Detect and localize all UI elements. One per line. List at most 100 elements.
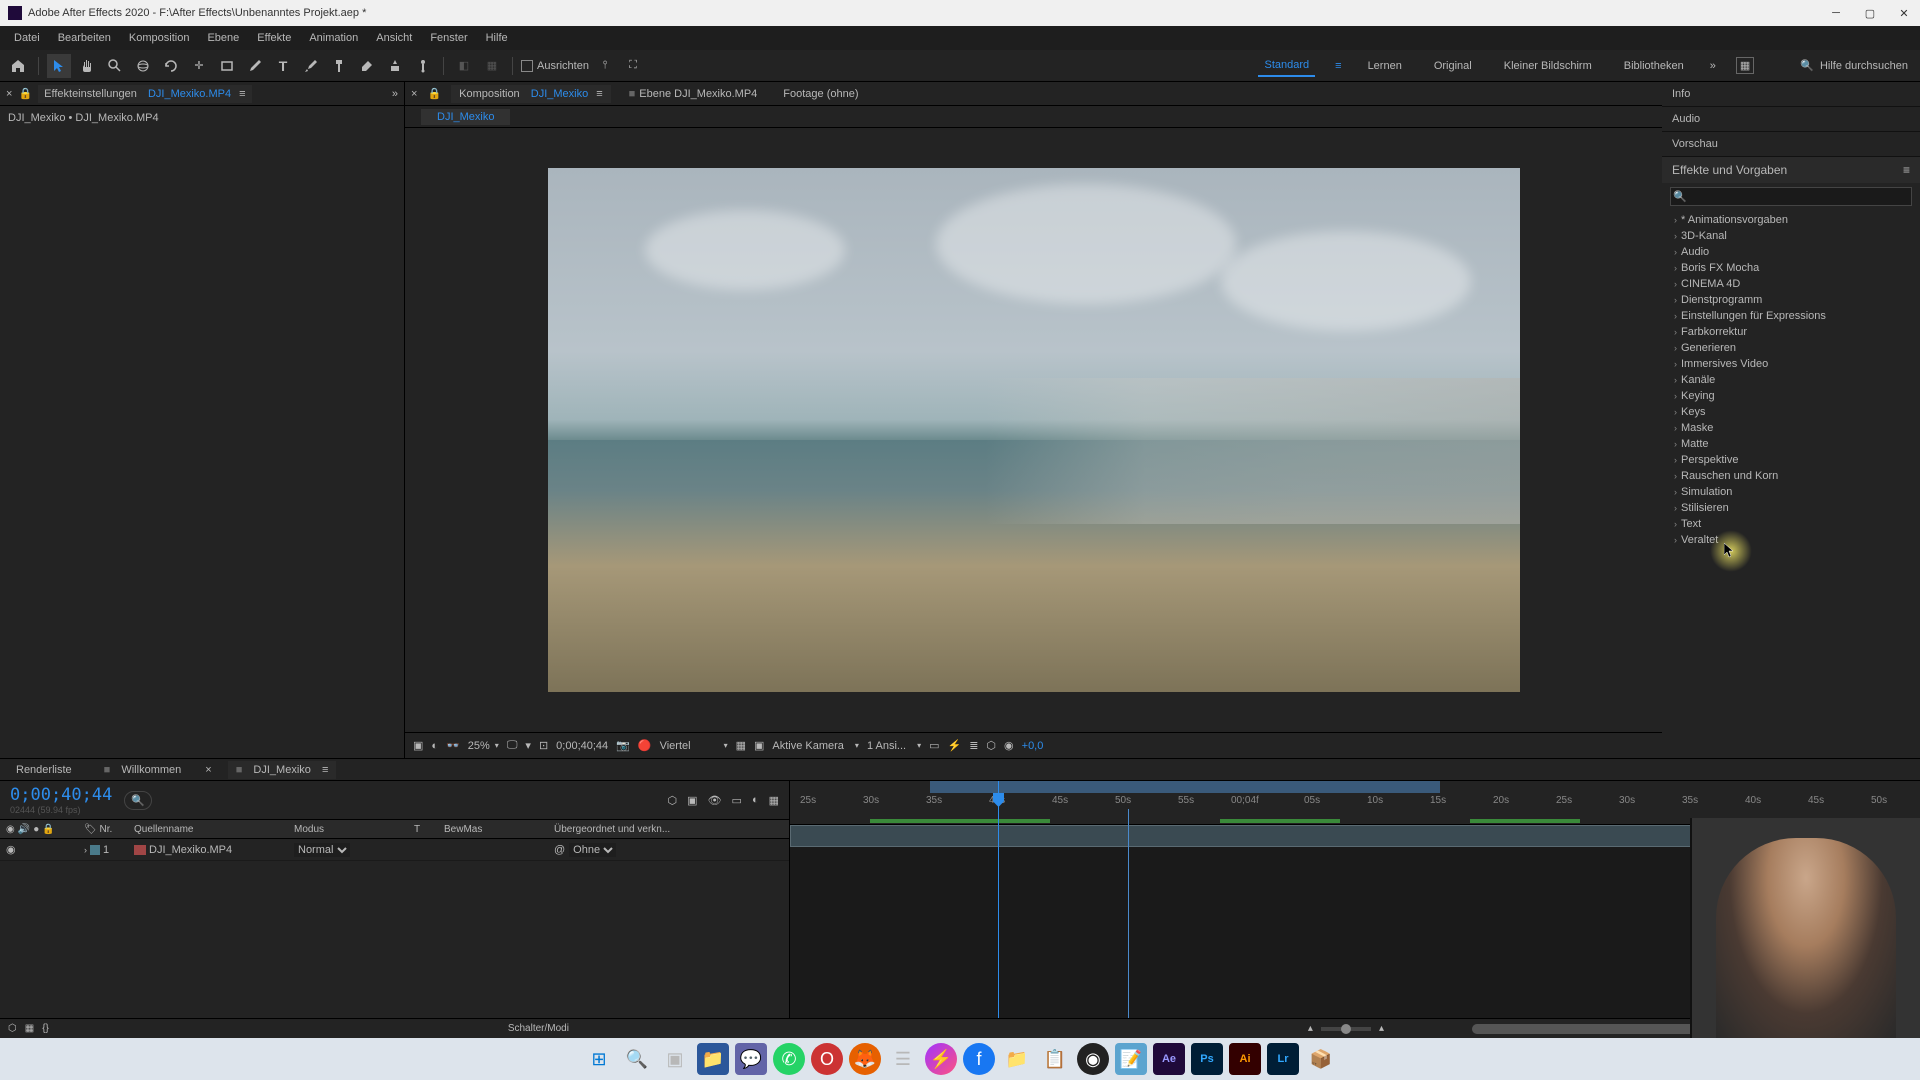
welcome-tab[interactable]: ■ Willkommen [96, 761, 190, 779]
effect-cat-keying[interactable]: ›Keying [1666, 388, 1916, 404]
playhead[interactable] [998, 781, 999, 1018]
layer-expand-icon[interactable]: › [84, 845, 87, 855]
solo-switch-icon[interactable]: ● [33, 824, 39, 835]
effect-cat-audio[interactable]: ›Audio [1666, 244, 1916, 260]
toggle-switches-icon[interactable]: ⬡ [8, 1023, 17, 1034]
shape-mode-icon[interactable]: ▦ [480, 54, 504, 78]
render-queue-tab[interactable]: Renderliste [8, 761, 80, 779]
label-header-icon[interactable]: 🏷 [84, 824, 97, 835]
expand-icon[interactable]: ⛶ [621, 54, 645, 78]
panel-menu-icon[interactable]: ≡ [1903, 163, 1910, 177]
taskbar-app9[interactable]: 📦 [1305, 1043, 1337, 1075]
menu-bearbeiten[interactable]: Bearbeiten [50, 29, 119, 47]
effect-cat-keys[interactable]: ›Keys [1666, 404, 1916, 420]
glasses-icon[interactable]: 👓 [446, 739, 460, 752]
lock-icon[interactable]: 🔒 [18, 87, 32, 100]
alpha-toggle-icon[interactable]: ◐ [431, 740, 438, 752]
taskbar-app8[interactable]: 📋 [1039, 1043, 1071, 1075]
effects-presets-header[interactable]: Effekte und Vorgaben ≡ [1662, 157, 1920, 183]
col-name[interactable]: Quellenname [128, 824, 288, 835]
tab-menu-icon[interactable]: ≡ [239, 88, 245, 100]
clone-tool[interactable] [327, 54, 351, 78]
workspace-menu-icon[interactable]: ≡ [1335, 60, 1341, 72]
mask-toggle-icon[interactable]: ▣ [413, 739, 423, 752]
taskbar-whatsapp[interactable]: ✆ [773, 1043, 805, 1075]
panel-overflow-icon[interactable]: » [392, 88, 398, 100]
layer-color-icon[interactable] [90, 845, 100, 855]
comp-tab-close-icon[interactable]: × [411, 88, 417, 100]
graph-editor-icon[interactable]: ▦ [769, 794, 779, 807]
rect-tool[interactable] [215, 54, 239, 78]
comp-timeline-tab[interactable]: ■ DJI_Mexiko ≡ [228, 761, 337, 779]
timeline-search[interactable]: 🔍 [124, 791, 152, 810]
preview-panel-header[interactable]: Vorschau [1662, 132, 1920, 157]
effect-cat-rauschen[interactable]: ›Rauschen und Korn [1666, 468, 1916, 484]
composition-tab[interactable]: Komposition DJI_Mexiko ≡ [451, 85, 611, 103]
taskbar-windows[interactable]: ⊞ [583, 1043, 615, 1075]
taskbar-opera[interactable]: O [811, 1043, 843, 1075]
zoom-slider[interactable] [1321, 1027, 1371, 1031]
audio-panel-header[interactable]: Audio [1662, 107, 1920, 132]
menu-ansicht[interactable]: Ansicht [368, 29, 420, 47]
comp-lock-icon[interactable]: 🔒 [427, 87, 441, 100]
work-area-bar[interactable] [930, 781, 1440, 793]
col-parent[interactable]: Übergeordnet und verkn... [548, 824, 789, 835]
orbit-tool[interactable] [131, 54, 155, 78]
lock-switch-icon[interactable]: 🔒 [42, 824, 54, 835]
effects-search-input[interactable]: 🔍 [1670, 187, 1912, 206]
reset-exposure-icon[interactable]: ◉ [1004, 739, 1014, 752]
toggle-switches-icon2[interactable]: ▦ [25, 1023, 34, 1034]
snap-options-icon[interactable]: ⫯ [593, 54, 617, 78]
taskbar-obs[interactable]: ◉ [1077, 1043, 1109, 1075]
taskbar-facebook[interactable]: f [963, 1043, 995, 1075]
rotation-tool[interactable] [159, 54, 183, 78]
menu-hilfe[interactable]: Hilfe [478, 29, 516, 47]
comp-mini-flowchart-icon[interactable]: ⬡ [668, 794, 678, 807]
effect-cat-immersives[interactable]: ›Immersives Video [1666, 356, 1916, 372]
current-timecode[interactable]: 0;00;40;44 [10, 785, 112, 805]
composition-viewer[interactable] [405, 128, 1662, 732]
effect-controls-tab[interactable]: Effekteinstellungen DJI_Mexiko.MP4 ≡ [38, 85, 251, 103]
3d-view-icon[interactable]: ▣ [754, 739, 764, 752]
channel-icon[interactable]: 🔴 [638, 739, 652, 752]
switches-modes-label[interactable]: Schalter/Modi [508, 1023, 569, 1034]
effect-cat-kanaele[interactable]: ›Kanäle [1666, 372, 1916, 388]
taskbar-firefox[interactable]: 🦊 [849, 1043, 881, 1075]
audio-switch-icon[interactable]: 🔊 [18, 824, 30, 835]
views-dropdown[interactable]: 1 Ansi...▾ [867, 740, 921, 752]
menu-ebene[interactable]: Ebene [199, 29, 247, 47]
effect-cat-maske[interactable]: ›Maske [1666, 420, 1916, 436]
zoom-tool[interactable] [103, 54, 127, 78]
region-icon[interactable]: ⊡ [539, 739, 548, 752]
workspace-overflow-icon[interactable]: » [1710, 60, 1716, 72]
anchor-tool[interactable]: ✛ [187, 54, 211, 78]
draft-3d-icon[interactable]: ▣ [687, 794, 697, 807]
resolution-dropdown[interactable]: Viertel▾ [660, 740, 728, 752]
info-panel-header[interactable]: Info [1662, 82, 1920, 107]
home-tool[interactable] [6, 54, 30, 78]
pickwhip-icon[interactable]: @ [554, 844, 565, 856]
effect-cat-dienstprogramm[interactable]: ›Dienstprogramm [1666, 292, 1916, 308]
panel-nav-back-icon[interactable]: × [6, 88, 12, 100]
tab-menu-icon[interactable]: ≡ [322, 764, 328, 776]
workspace-lernen[interactable]: Lernen [1362, 56, 1408, 76]
effect-cat-animationsvorgaben[interactable]: ›* Animationsvorgaben [1666, 212, 1916, 228]
help-search[interactable]: 🔍 Hilfe durchsuchen [1794, 57, 1914, 74]
brush-tool[interactable] [299, 54, 323, 78]
col-t[interactable]: T [408, 824, 438, 835]
selection-tool[interactable] [47, 54, 71, 78]
taskbar-ae[interactable]: Ae [1153, 1043, 1185, 1075]
effect-cat-farbkorrektur[interactable]: ›Farbkorrektur [1666, 324, 1916, 340]
taskbar-folder[interactable]: 📁 [1001, 1043, 1033, 1075]
zoom-slider-in-icon[interactable]: ▴ [1379, 1023, 1384, 1034]
workspace-original[interactable]: Original [1428, 56, 1478, 76]
workspace-bibliotheken[interactable]: Bibliotheken [1618, 56, 1690, 76]
taskbar-messenger[interactable]: ⚡ [925, 1043, 957, 1075]
taskbar-ai[interactable]: Ai [1229, 1043, 1261, 1075]
comp-tab-menu-icon[interactable]: ≡ [596, 88, 602, 100]
effect-cat-expressions[interactable]: ›Einstellungen für Expressions [1666, 308, 1916, 324]
effect-cat-text[interactable]: ›Text [1666, 516, 1916, 532]
taskbar-taskview[interactable]: ▣ [659, 1043, 691, 1075]
transparency-icon[interactable]: ▦ [736, 739, 746, 752]
taskbar-search[interactable]: 🔍 [621, 1043, 653, 1075]
